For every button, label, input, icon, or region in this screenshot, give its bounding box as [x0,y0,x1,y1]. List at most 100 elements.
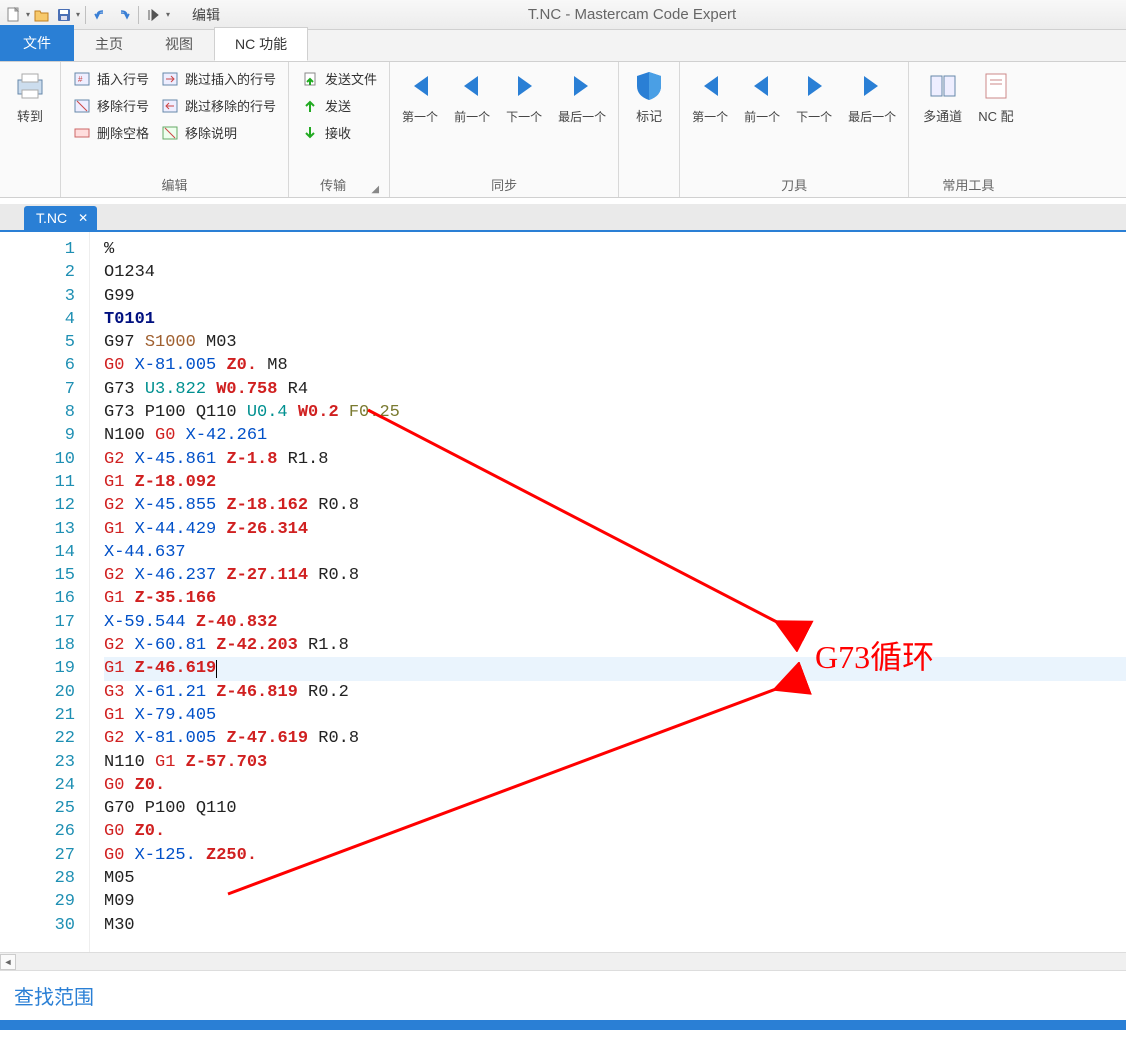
line-number: 12 [0,494,75,517]
close-icon[interactable]: ✕ [75,210,91,226]
code-line[interactable]: G0 X-125. Z250. [104,844,1126,867]
code-area[interactable]: G73循环 %O1234G99T0101G97 S1000 M03G0 X-81… [90,232,1126,952]
code-line[interactable]: G2 X-46.237 Z-27.114 R0.8 [104,564,1126,587]
group-edit: #插入行号 移除行号 删除空格 跳过插入的行号 跳过移除的行号 移除说明 编辑 [61,62,289,197]
shield-icon [633,70,665,102]
tab-file[interactable]: 文件 [0,25,74,61]
undo-icon[interactable] [91,5,111,25]
group-transfer-label: 传输 [295,172,371,197]
find-scope-label[interactable]: 查找范围 [0,970,1126,1020]
code-line[interactable]: O1234 [104,261,1126,284]
line-number: 26 [0,820,75,843]
skip-remove-button[interactable]: 跳过移除的行号 [155,93,282,118]
multi-channel-button[interactable]: 多通道 [915,66,970,129]
line-number: 11 [0,471,75,494]
scroll-left-icon[interactable]: ◄ [0,954,16,970]
tool-last-button[interactable]: 最后一个 [842,66,902,129]
tab-view[interactable]: 视图 [144,27,214,61]
send-file-button[interactable]: 发送文件 [295,66,383,91]
line-number: 19 [0,657,75,680]
page-icon [980,70,1012,102]
group-goto-label [6,191,54,197]
redo-icon[interactable] [113,5,133,25]
code-line[interactable]: G2 X-45.861 Z-1.8 R1.8 [104,448,1126,471]
code-line[interactable]: X-59.544 Z-40.832 [104,611,1126,634]
line-number: 16 [0,587,75,610]
group-mark: 标记 [619,62,680,197]
tool-prev-button[interactable]: 前一个 [738,66,786,129]
code-line[interactable]: M05 [104,867,1126,890]
delete-spaces-icon [73,124,91,142]
code-line[interactable]: G2 X-45.855 Z-18.162 R0.8 [104,494,1126,517]
send-button[interactable]: 发送 [295,93,383,118]
line-number: 24 [0,774,75,797]
document-tab[interactable]: T.NC ✕ [24,206,97,230]
code-line[interactable]: G97 S1000 M03 [104,331,1126,354]
mark-button[interactable]: 标记 [625,66,673,129]
open-file-icon[interactable] [32,5,52,25]
receive-button[interactable]: 接收 [295,120,383,145]
insert-line-no-button[interactable]: #插入行号 [67,66,155,91]
code-line[interactable]: G0 X-81.005 Z0. M8 [104,354,1126,377]
code-line[interactable]: N110 G1 Z-57.703 [104,751,1126,774]
code-editor[interactable]: 1234567891011121314151617181920212223242… [0,232,1126,952]
code-line[interactable]: G1 Z-46.619 [104,657,1126,680]
remove-line-icon [73,97,91,115]
code-line[interactable]: G3 X-61.21 Z-46.819 R0.2 [104,681,1126,704]
code-line[interactable]: M30 [104,914,1126,937]
remove-desc-button[interactable]: 移除说明 [155,120,282,145]
line-number: 18 [0,634,75,657]
code-line[interactable]: X-44.637 [104,541,1126,564]
delete-spaces-button[interactable]: 删除空格 [67,120,155,145]
remove-line-no-button[interactable]: 移除行号 [67,93,155,118]
code-line[interactable]: G1 Z-18.092 [104,471,1126,494]
ribbon-tabs: 文件 主页 视图 NC 功能 [0,30,1126,62]
text-cursor [216,660,217,678]
sync-prev-button[interactable]: 前一个 [448,66,496,129]
code-line[interactable]: M09 [104,890,1126,913]
run-icon[interactable] [144,5,164,25]
new-file-icon[interactable] [4,5,24,25]
code-line[interactable]: G99 [104,285,1126,308]
save-icon[interactable] [54,5,74,25]
tab-nc[interactable]: NC 功能 [214,27,308,61]
group-tool-label: 刀具 [686,172,902,197]
title-bar: ▾ ▾ ▾ 编辑 T.NC - Mastercam Code Expert [0,0,1126,30]
mark-label: 标记 [636,106,662,125]
skip-insert-button[interactable]: 跳过插入的行号 [155,66,282,91]
line-number: 21 [0,704,75,727]
status-bar [0,1020,1126,1030]
code-line[interactable]: G2 X-81.005 Z-47.619 R0.8 [104,727,1126,750]
tab-home[interactable]: 主页 [74,27,144,61]
sync-first-button[interactable]: 第一个 [396,66,444,129]
code-line[interactable]: G73 P100 Q110 U0.4 W0.2 F0.25 [104,401,1126,424]
sync-last-button[interactable]: 最后一个 [552,66,612,129]
code-line[interactable]: N100 G0 X-42.261 [104,424,1126,447]
line-number: 7 [0,378,75,401]
goto-button[interactable]: 转到 [6,66,54,129]
code-line[interactable]: G1 X-79.405 [104,704,1126,727]
horizontal-scrollbar[interactable]: ◄ [0,952,1126,970]
line-number: 3 [0,285,75,308]
printer-icon [14,70,46,102]
code-line[interactable]: G0 Z0. [104,774,1126,797]
tool-next-button[interactable]: 下一个 [790,66,838,129]
sync-next-button[interactable]: 下一个 [500,66,548,129]
code-line[interactable]: G2 X-60.81 Z-42.203 R1.8 [104,634,1126,657]
document-tab-label: T.NC [36,210,67,226]
code-line[interactable]: % [104,238,1126,261]
code-line[interactable]: G70 P100 Q110 [104,797,1126,820]
code-line[interactable]: G1 Z-35.166 [104,587,1126,610]
code-line[interactable]: T0101 [104,308,1126,331]
code-line[interactable]: G73 U3.822 W0.758 R4 [104,378,1126,401]
edit-menu[interactable]: 编辑 [174,1,238,29]
code-line[interactable]: G1 X-44.429 Z-26.314 [104,518,1126,541]
transfer-dialog-launcher[interactable]: ◢ [371,184,383,197]
tool-first-button[interactable]: 第一个 [686,66,734,129]
line-number: 5 [0,331,75,354]
quick-access-toolbar: ▾ ▾ ▾ [0,5,174,25]
line-number: 10 [0,448,75,471]
line-number: 25 [0,797,75,820]
nc-config-button[interactable]: NC 配 [970,66,1021,129]
code-line[interactable]: G0 Z0. [104,820,1126,843]
